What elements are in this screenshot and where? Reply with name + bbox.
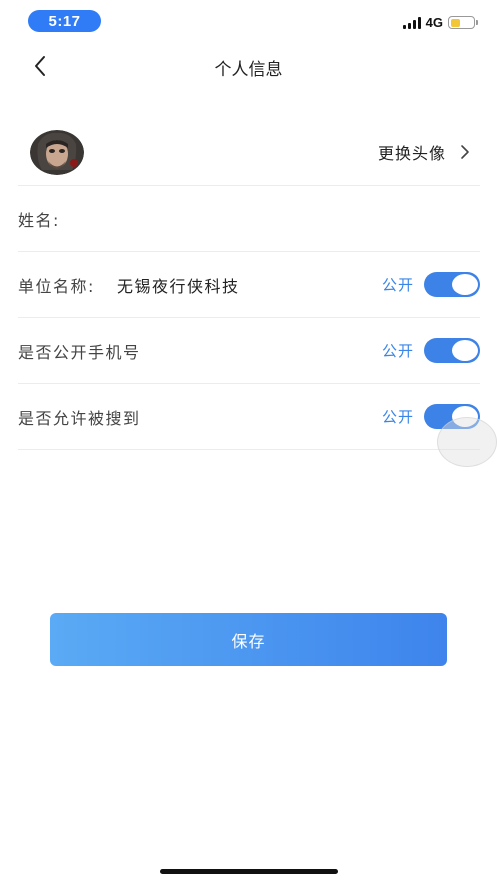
change-avatar-label: 更换头像 xyxy=(377,144,446,163)
phone-public-toggle[interactable] xyxy=(424,338,480,363)
company-row: 单位名称: 无锡夜行侠科技 公开 xyxy=(18,252,480,318)
phone-public-label: 是否公开手机号 xyxy=(18,343,141,362)
company-public-toggle[interactable] xyxy=(424,272,480,297)
status-bar: 5:17 4G xyxy=(0,0,497,44)
name-input[interactable] xyxy=(78,202,468,232)
searchable-row: 是否允许被搜到 公开 xyxy=(18,384,480,450)
status-indicators: 4G xyxy=(402,15,478,30)
avatar[interactable] xyxy=(30,130,84,175)
company-public-label: 公开 xyxy=(381,276,414,294)
battery-icon xyxy=(448,16,478,29)
phone-public-status-label: 公开 xyxy=(381,342,414,360)
network-type: 4G xyxy=(425,15,443,30)
phone-public-row: 是否公开手机号 公开 xyxy=(18,318,480,384)
chevron-right-icon xyxy=(461,145,469,159)
searchable-label: 是否允许被搜到 xyxy=(18,409,141,428)
company-label: 单位名称: xyxy=(18,277,95,296)
nav-bar: 个人信息 xyxy=(0,44,497,88)
avatar-row[interactable]: 更换头像 xyxy=(18,120,480,186)
name-row: 姓名: xyxy=(18,186,480,252)
home-indicator xyxy=(160,869,338,874)
signal-icon xyxy=(402,16,421,29)
name-label: 姓名: xyxy=(18,211,60,230)
assistive-touch-button[interactable] xyxy=(437,417,497,467)
searchable-status-label: 公开 xyxy=(381,408,414,426)
save-button[interactable]: 保存 xyxy=(50,613,447,666)
page-title: 个人信息 xyxy=(214,60,283,80)
company-value: 无锡夜行侠科技 xyxy=(117,277,240,296)
status-time: 5:17 xyxy=(28,10,101,32)
change-avatar-button[interactable]: 更换头像 xyxy=(378,140,470,164)
